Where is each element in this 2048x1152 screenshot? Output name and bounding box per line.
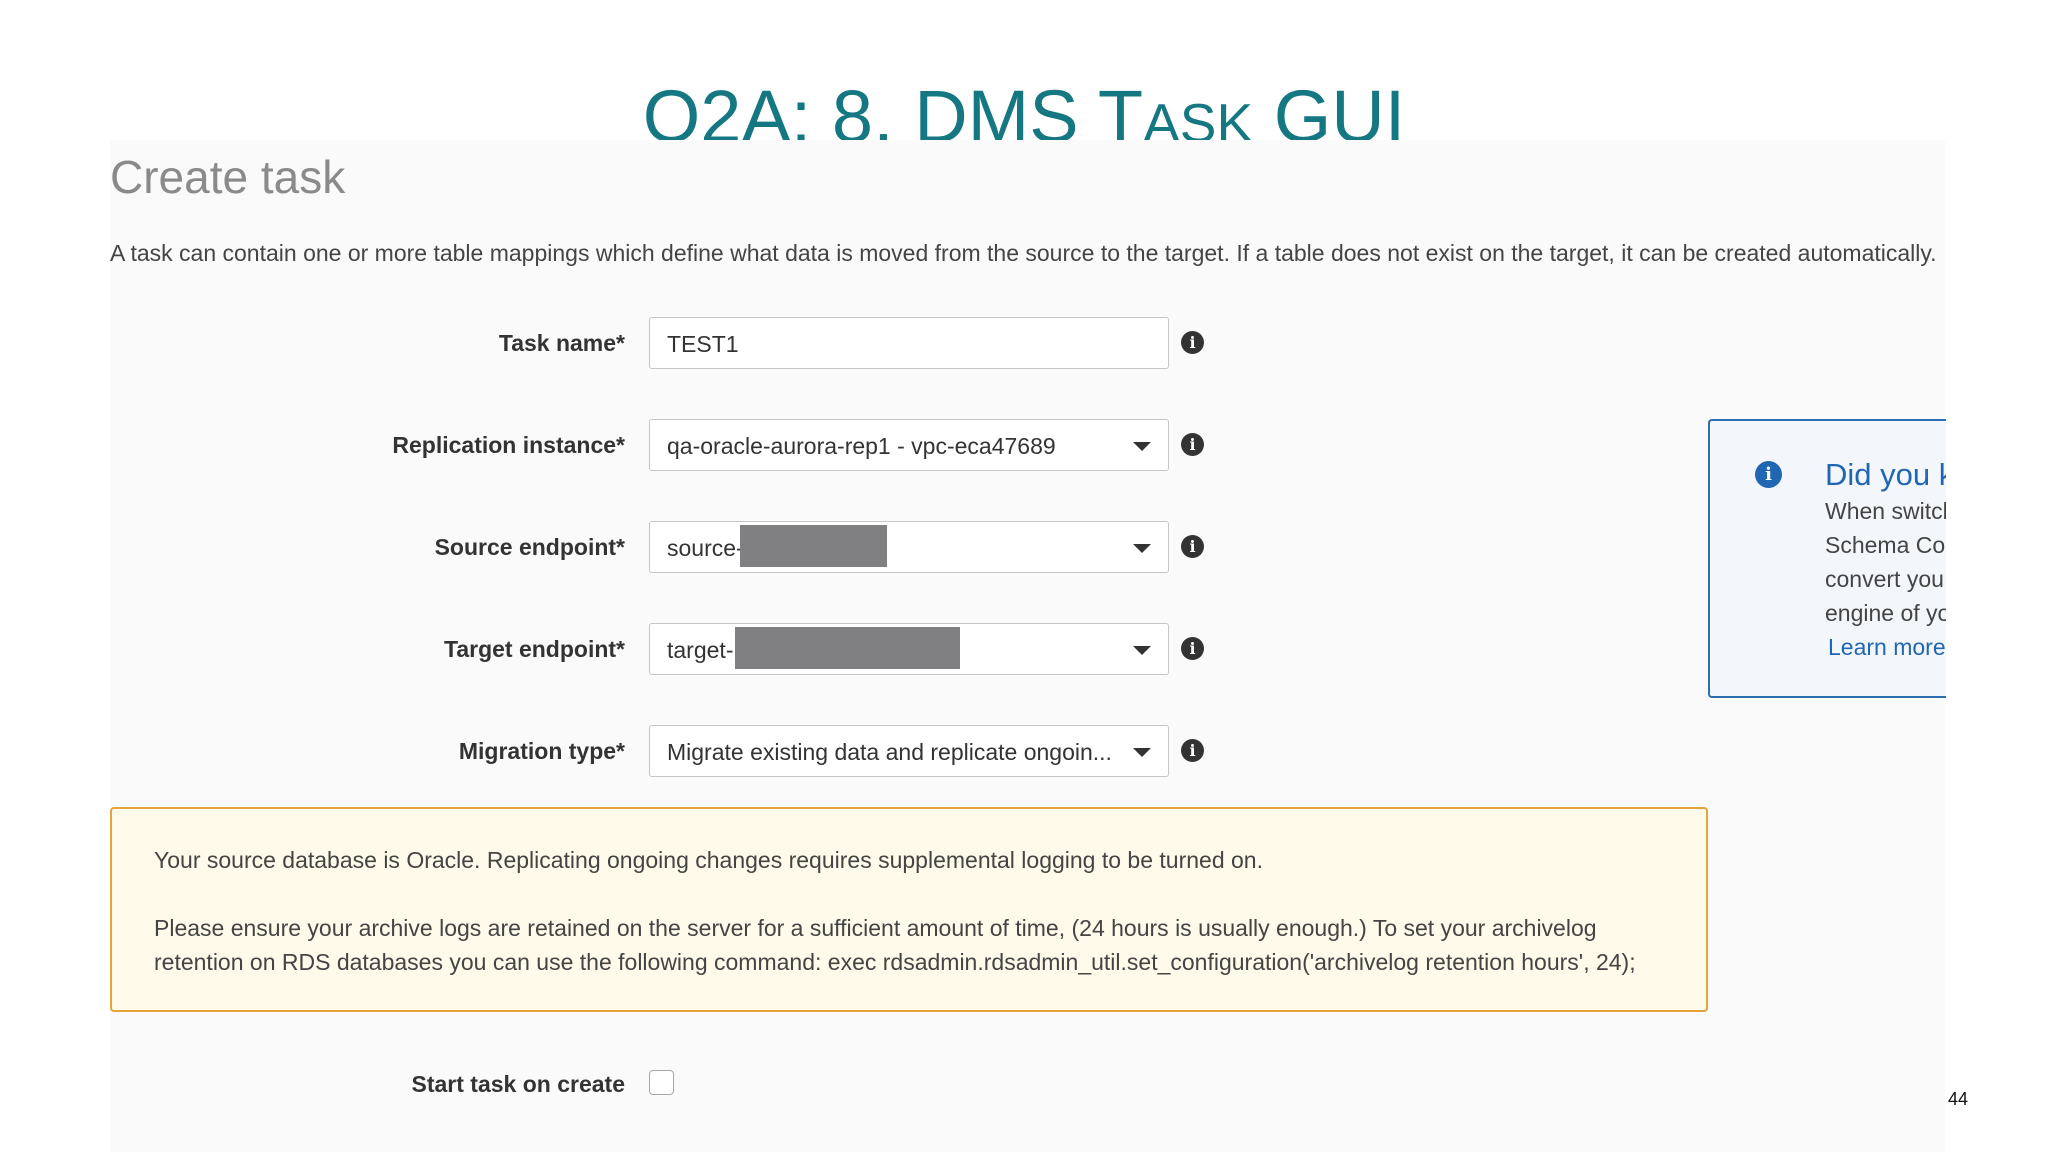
tip-line: convert you [1825, 566, 1944, 592]
tip-line: When switcl [1825, 498, 1946, 524]
replication-instance-value: qa-oracle-aurora-rep1 - vpc-eca47689 [667, 433, 1056, 459]
caret-down-icon [1133, 748, 1151, 757]
target-endpoint-value: target- [667, 637, 734, 663]
page-title: Create task [110, 151, 346, 203]
page-description: A task can contain one or more table map… [110, 240, 1937, 266]
task-name-label: Task name* [498, 330, 625, 356]
migration-type-select[interactable]: Migrate existing data and replicate ongo… [649, 725, 1169, 777]
source-endpoint-value: source- [667, 535, 744, 561]
migration-type-value: Migrate existing data and replicate ongo… [667, 739, 1112, 765]
tip-line: Schema Co [1825, 532, 1946, 558]
page-number: 44 [1948, 1089, 1969, 1109]
replication-instance-label: Replication instance* [392, 432, 625, 458]
target-endpoint-select[interactable]: target- [649, 623, 1169, 675]
warning-alert: Your source database is Oracle. Replicat… [110, 807, 1708, 1012]
info-icon[interactable]: i [1181, 535, 1204, 558]
task-name-input[interactable]: TEST1 [649, 317, 1169, 369]
migration-type-label: Migration type* [458, 738, 625, 764]
source-endpoint-label: Source endpoint* [434, 534, 625, 560]
caret-down-icon [1133, 442, 1151, 451]
alert-line: retention on RDS databases you can use t… [154, 949, 1636, 975]
tip-line: engine of yo [1825, 600, 1946, 626]
start-task-label: Start task on create [411, 1071, 625, 1097]
redaction-block [740, 525, 887, 567]
learn-more-link[interactable]: Learn more [1828, 634, 1946, 661]
info-circle-icon: i [1755, 461, 1782, 488]
alert-line: Your source database is Oracle. Replicat… [154, 847, 1263, 873]
target-endpoint-label: Target endpoint* [443, 636, 625, 662]
tip-title: Did you k [1825, 457, 1946, 492]
info-icon[interactable]: i [1181, 331, 1204, 354]
info-icon[interactable]: i [1181, 637, 1204, 660]
caret-down-icon [1133, 646, 1151, 655]
replication-instance-select[interactable]: qa-oracle-aurora-rep1 - vpc-eca47689 [649, 419, 1169, 471]
start-task-checkbox[interactable] [649, 1070, 674, 1095]
did-you-know-panel: i Did you k When switcl Schema Co conver… [1708, 419, 1946, 698]
alert-line: Please ensure your archive logs are reta… [154, 915, 1597, 941]
caret-down-icon [1133, 544, 1151, 553]
source-endpoint-select[interactable]: source- [649, 521, 1169, 573]
info-icon[interactable]: i [1181, 739, 1204, 762]
redaction-block [735, 627, 960, 669]
info-icon[interactable]: i [1181, 433, 1204, 456]
task-name-value: TEST1 [667, 331, 739, 357]
